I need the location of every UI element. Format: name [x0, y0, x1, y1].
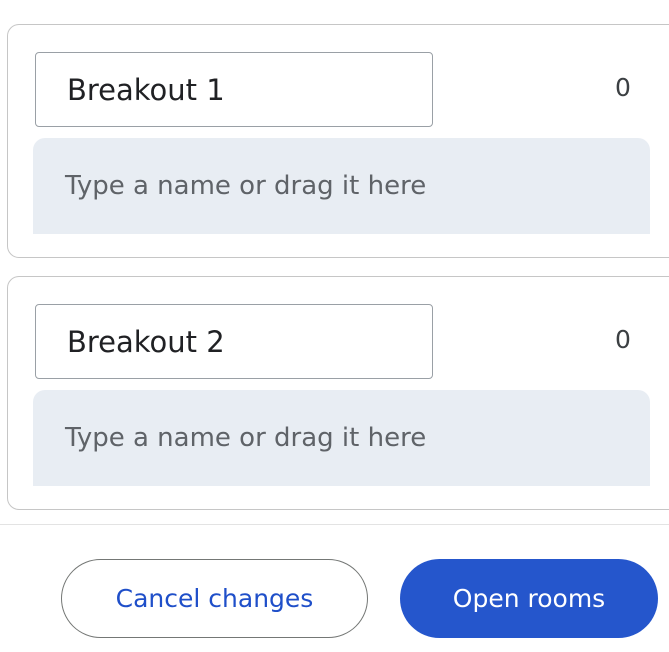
footer-divider — [0, 524, 669, 525]
drop-zone-placeholder: Type a name or drag it here — [65, 423, 427, 453]
room-card-breakout-1: 0 Type a name or drag it here — [7, 24, 669, 258]
breakout-rooms-panel: 0 Type a name or drag it here 0 Type a n… — [0, 0, 669, 652]
room-name-input[interactable] — [35, 52, 433, 127]
participant-drop-zone[interactable]: Type a name or drag it here — [33, 138, 650, 234]
room-participant-count: 0 — [615, 325, 631, 354]
participant-drop-zone[interactable]: Type a name or drag it here — [33, 390, 650, 486]
room-participant-count: 0 — [615, 73, 631, 102]
open-rooms-button[interactable]: Open rooms — [400, 559, 658, 638]
room-card-breakout-2: 0 Type a name or drag it here — [7, 276, 669, 510]
drop-zone-placeholder: Type a name or drag it here — [65, 171, 427, 201]
room-name-input[interactable] — [35, 304, 433, 379]
cancel-changes-button[interactable]: Cancel changes — [61, 559, 368, 638]
